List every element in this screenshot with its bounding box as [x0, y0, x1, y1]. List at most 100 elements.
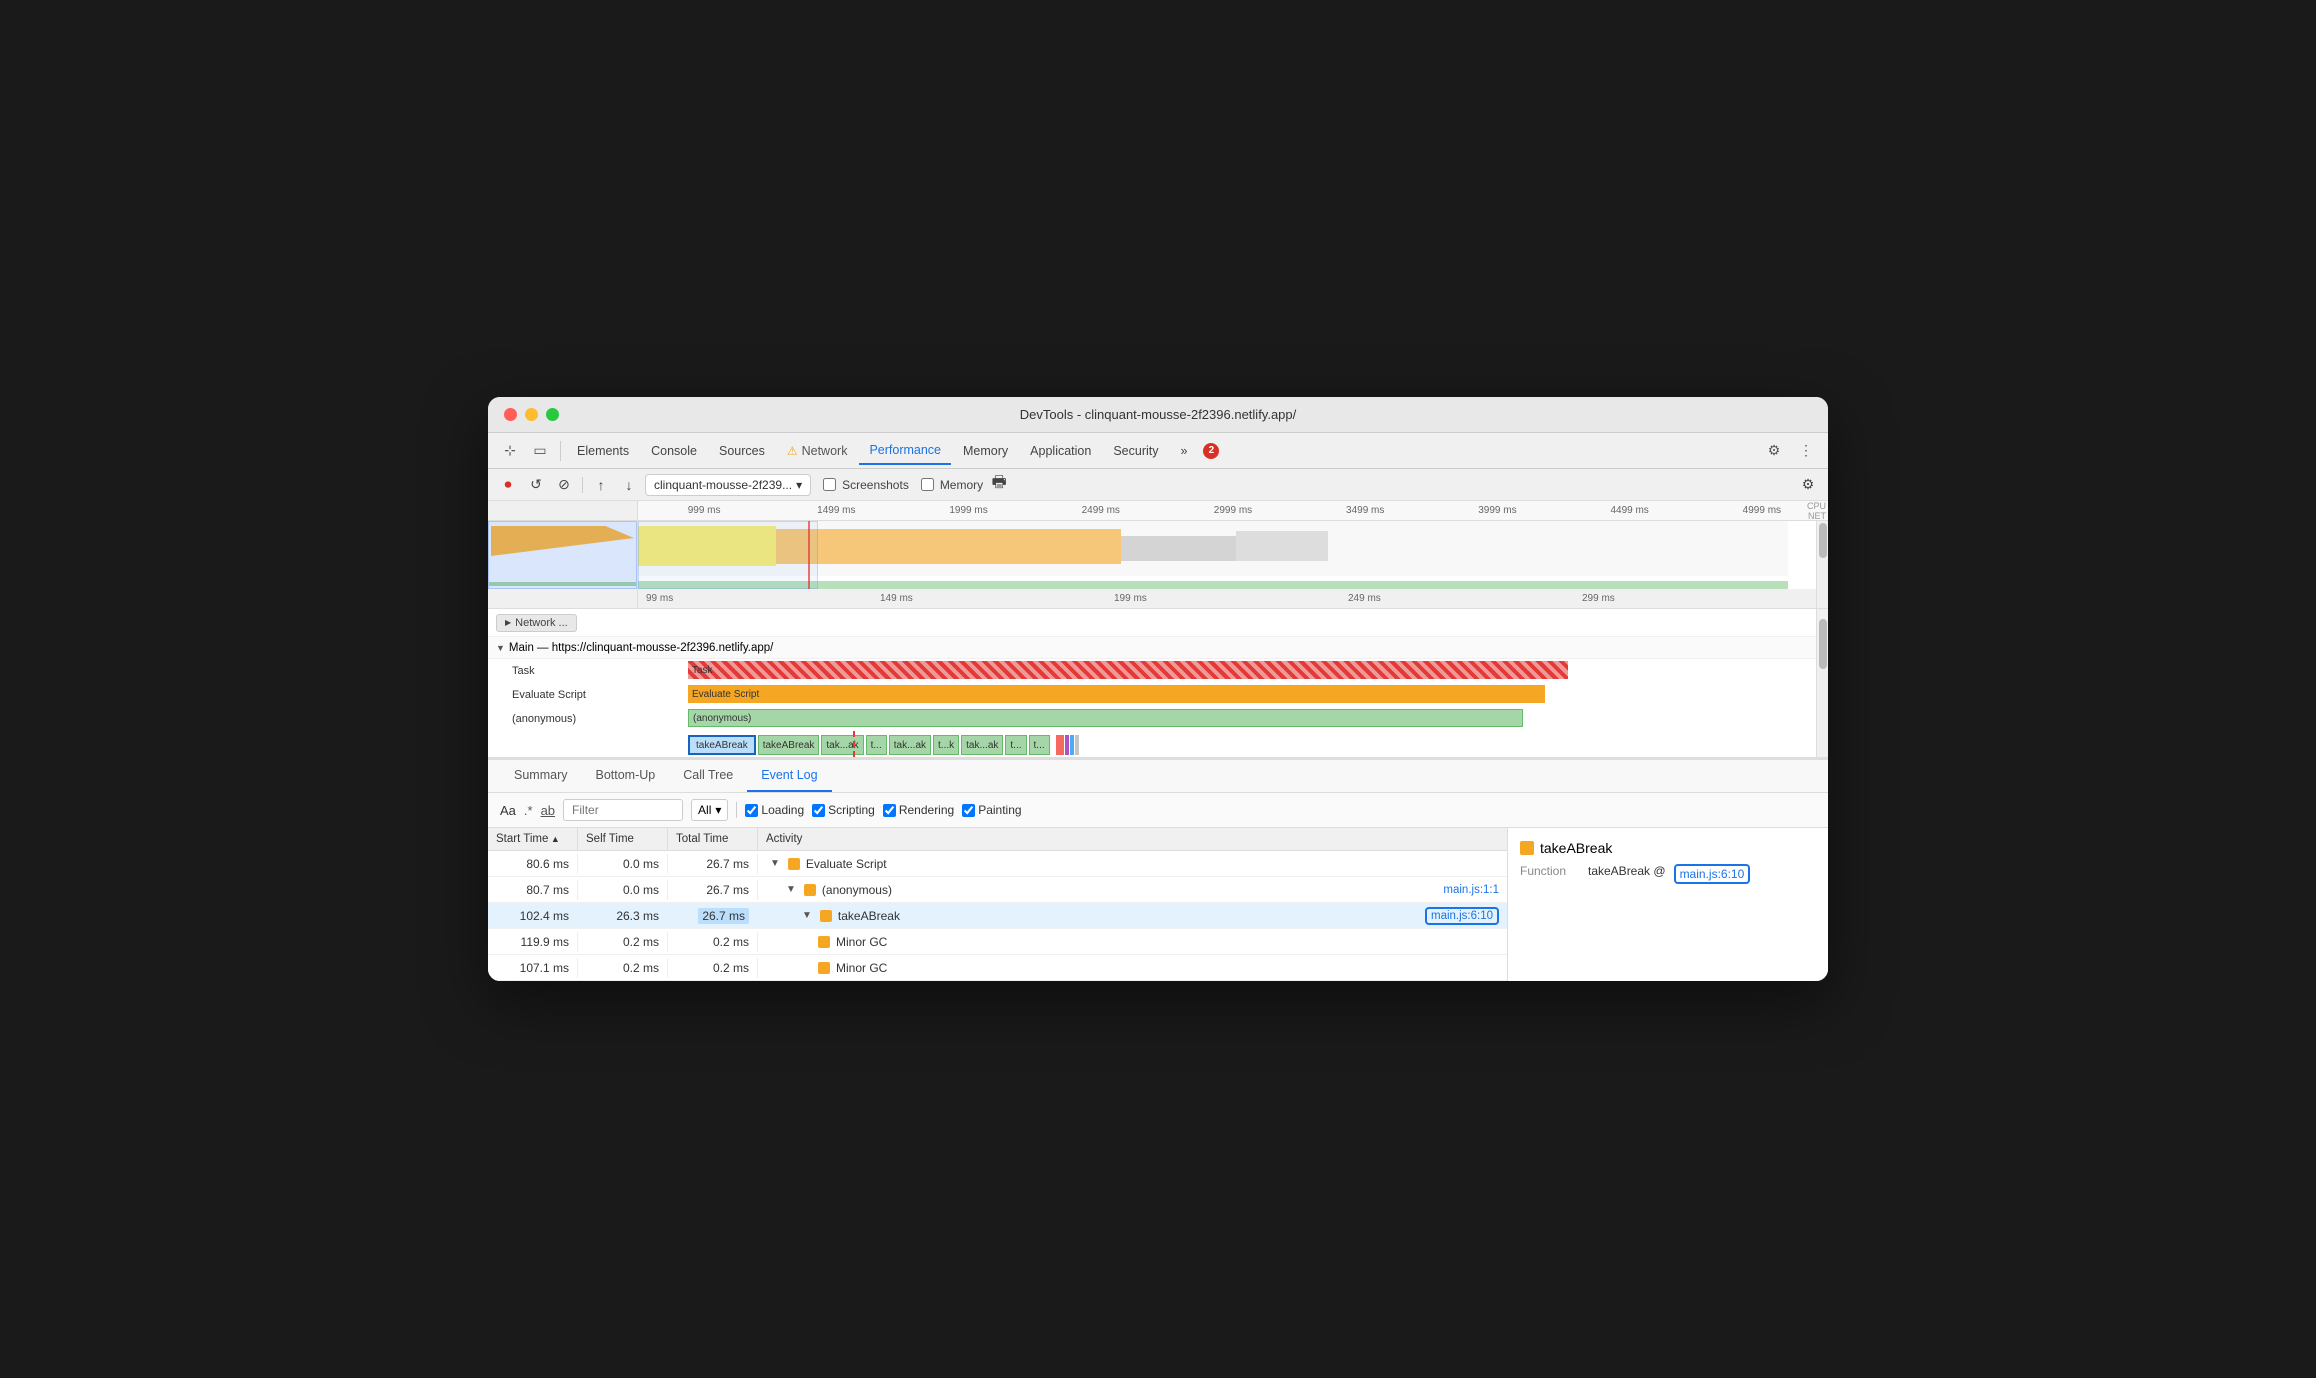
- painting-checkbox[interactable]: [962, 804, 975, 817]
- download-button[interactable]: ↓: [617, 473, 641, 497]
- red-marker: [808, 521, 810, 589]
- cpu-label: CPU: [1788, 501, 1826, 511]
- scripting-checkbox[interactable]: [812, 804, 825, 817]
- main-collapse-arrow[interactable]: ▼: [496, 643, 505, 653]
- table-row[interactable]: 119.9 ms 0.2 ms 0.2 ms Minor GC: [488, 929, 1507, 955]
- td-activity-0: ▼ Evaluate Script: [758, 854, 1507, 874]
- tab-call-tree[interactable]: Call Tree: [669, 760, 747, 792]
- event-table: Start Time Self Time Total Time Activity…: [488, 828, 1508, 981]
- func-7[interactable]: tak...ak: [961, 735, 1003, 755]
- rp-function-link[interactable]: main.js:6:10: [1674, 864, 1751, 884]
- th-total-time[interactable]: Total Time: [668, 828, 758, 850]
- tab-console[interactable]: Console: [641, 437, 707, 465]
- func-8[interactable]: t...: [1005, 735, 1026, 755]
- rendering-filter: Rendering: [883, 803, 954, 817]
- table-row-selected[interactable]: 102.4 ms 26.3 ms 26.7 ms ▼ takeABreak ma…: [488, 903, 1507, 929]
- func-3[interactable]: tak...ak: [821, 735, 863, 755]
- evaluate-script-label: Evaluate Script: [488, 689, 688, 701]
- table-row[interactable]: 107.1 ms 0.2 ms 0.2 ms Minor GC: [488, 955, 1507, 981]
- tab-performance[interactable]: Performance: [859, 437, 951, 465]
- filter-all-label: All: [698, 803, 711, 817]
- rp-title-icon: [1520, 841, 1534, 855]
- task-label-overlay: Task: [688, 661, 1568, 679]
- func-6[interactable]: t...k: [933, 735, 959, 755]
- timeline-scrollbar-thumb[interactable]: [1819, 619, 1827, 669]
- upload-button[interactable]: ↑: [589, 473, 613, 497]
- tab-security[interactable]: Security: [1103, 437, 1168, 465]
- func-4[interactable]: t...: [866, 735, 887, 755]
- expand-0[interactable]: ▼: [770, 858, 780, 869]
- settings-icon[interactable]: ⚙: [1760, 437, 1788, 465]
- ruler-left-spacer: [488, 501, 638, 521]
- td-total-3: 0.2 ms: [668, 932, 758, 952]
- link-take-a-break[interactable]: main.js:6:10: [1425, 907, 1499, 925]
- net-label: NET: [1788, 511, 1826, 521]
- func-2[interactable]: takeABreak: [758, 735, 820, 755]
- tab-application[interactable]: Application: [1020, 437, 1101, 465]
- tab-network[interactable]: ⚠ Network: [777, 437, 858, 465]
- record-button[interactable]: ⏺: [496, 473, 520, 497]
- url-selector[interactable]: clinquant-mousse-2f239... ▾: [645, 474, 811, 496]
- more-options-icon[interactable]: ⋮: [1792, 437, 1820, 465]
- main-section-header: ▼ Main — https://clinquant-mousse-2f2396…: [488, 637, 1816, 659]
- overview-main[interactable]: [638, 521, 1828, 589]
- reload-button[interactable]: ↺: [524, 473, 548, 497]
- evaluate-script-row: Evaluate Script Evaluate Script: [488, 683, 1816, 707]
- tab-event-log[interactable]: Event Log: [747, 760, 831, 792]
- memory-checkbox[interactable]: [921, 478, 934, 491]
- expand-1[interactable]: ▼: [786, 884, 796, 895]
- ruler-mark-2: 1999 ms: [902, 505, 1034, 516]
- func-9[interactable]: t...: [1029, 735, 1050, 755]
- td-activity-1: ▼ (anonymous) main.js:1:1: [774, 880, 1507, 900]
- tab-bottom-up[interactable]: Bottom-Up: [581, 760, 669, 792]
- inspect-icon[interactable]: ⊹: [496, 437, 524, 465]
- ruler-mark-7: 4499 ms: [1564, 505, 1696, 516]
- settings-gear-icon[interactable]: ⚙: [1796, 473, 1820, 497]
- tab-more[interactable]: »: [1170, 437, 1197, 465]
- tab-elements[interactable]: Elements: [567, 437, 639, 465]
- timeline-selection[interactable]: [638, 521, 818, 589]
- traffic-lights: [504, 408, 559, 421]
- filter-input[interactable]: [563, 799, 683, 821]
- filter-all-dropdown[interactable]: All ▾: [691, 799, 728, 821]
- filter-dropdown-arrow: ▾: [715, 803, 721, 817]
- selection-dashed-line: [853, 731, 855, 757]
- clear-button[interactable]: ⊘: [552, 473, 576, 497]
- overview-chart[interactable]: [488, 521, 1828, 589]
- error-badge: 2: [1203, 443, 1219, 459]
- rp-title-text: takeABreak: [1540, 840, 1612, 856]
- td-activity-2: ▼ takeABreak main.js:6:10: [790, 904, 1507, 928]
- close-button[interactable]: [504, 408, 517, 421]
- tab-sources[interactable]: Sources: [709, 437, 775, 465]
- link-anonymous[interactable]: main.js:1:1: [1443, 884, 1499, 896]
- th-activity[interactable]: Activity: [758, 828, 1507, 850]
- capture-settings-icon[interactable]: 🖶: [987, 473, 1011, 497]
- loading-checkbox[interactable]: [745, 804, 758, 817]
- scrollbar-thumb[interactable]: [1819, 523, 1827, 558]
- maximize-button[interactable]: [546, 408, 559, 421]
- table-row[interactable]: 80.6 ms 0.0 ms 26.7 ms ▼ Evaluate Script: [488, 851, 1507, 877]
- tab-memory[interactable]: Memory: [953, 437, 1018, 465]
- rendering-checkbox[interactable]: [883, 804, 896, 817]
- screenshots-checkbox[interactable]: [823, 478, 836, 491]
- timeline-scrollbar[interactable]: [1816, 609, 1828, 757]
- cpu-net-labels: CPU NET: [1788, 501, 1828, 520]
- tab-summary[interactable]: Summary: [500, 760, 581, 792]
- minimize-button[interactable]: [525, 408, 538, 421]
- functions-row: takeABreak takeABreak tak...ak t... tak.…: [488, 731, 1816, 757]
- th-start-time[interactable]: Start Time: [488, 828, 578, 850]
- device-icon[interactable]: ▭: [526, 437, 554, 465]
- ruler-mark-6: 3999 ms: [1431, 505, 1563, 516]
- table-row[interactable]: 80.7 ms 0.0 ms 26.7 ms ▼ (anonymous) mai…: [488, 877, 1507, 903]
- expand-2[interactable]: ▼: [802, 910, 812, 921]
- functions-track: takeABreak takeABreak tak...ak t... tak.…: [688, 731, 1816, 757]
- th-self-time[interactable]: Self Time: [578, 828, 668, 850]
- overview-scrollbar[interactable]: [1816, 521, 1828, 589]
- take-a-break-selected[interactable]: takeABreak: [688, 735, 756, 755]
- second-ruler-spacer: [488, 589, 638, 608]
- network-label[interactable]: ▶ Network ...: [496, 614, 577, 632]
- task-label: Task: [488, 665, 688, 677]
- second-ruler-scrollbar: [1816, 589, 1828, 608]
- top-ruler-row: 999 ms 1499 ms 1999 ms 2499 ms 2999 ms 3…: [488, 501, 1828, 521]
- func-5[interactable]: tak...ak: [889, 735, 931, 755]
